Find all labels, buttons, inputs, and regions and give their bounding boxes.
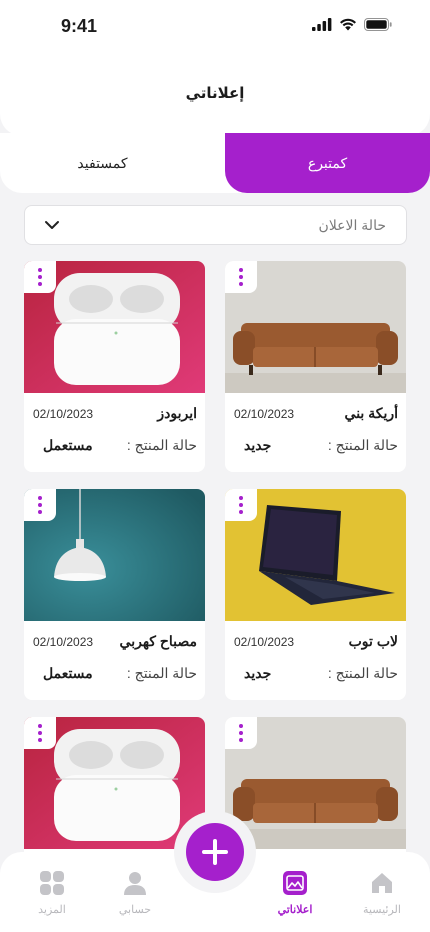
status-time: 9:41 — [61, 16, 98, 36]
nav-account[interactable]: حسابي — [100, 870, 170, 916]
card-menu-button[interactable] — [24, 489, 56, 521]
card-menu-button[interactable] — [225, 261, 257, 293]
page-title: إعلاناتي — [185, 84, 245, 102]
card-menu-button[interactable] — [225, 489, 257, 521]
ad-card[interactable]: لاب توب 02/10/2023 حالة المنتج : جديد — [225, 489, 406, 700]
grid-icon — [40, 871, 64, 895]
add-ad-button[interactable] — [186, 823, 244, 881]
user-icon — [124, 872, 146, 895]
tab-donor[interactable]: كمتبرع — [225, 133, 430, 193]
header: 9:41 إعلاناتي — [0, 0, 430, 136]
product-status-value: جديد — [244, 665, 272, 681]
product-name: لاب توب — [348, 633, 398, 649]
product-name: ايربودز — [157, 405, 197, 421]
plus-icon — [202, 839, 228, 865]
nav-home[interactable]: الرئيسية — [347, 870, 417, 916]
ad-date: 02/10/2023 — [33, 407, 94, 421]
ad-card[interactable]: أريكة بني 02/10/2023 حالة المنتج : جديد — [225, 261, 406, 472]
ad-date: 02/10/2023 — [234, 635, 295, 649]
ad-status-label: حالة الاعلان — [318, 217, 386, 233]
nav-more-label: المزيد — [38, 904, 66, 916]
ad-date: 02/10/2023 — [234, 407, 295, 421]
nav-more[interactable]: المزيد — [17, 870, 87, 916]
product-name: مصباح كهربي — [119, 633, 197, 649]
product-status-label: حالة المنتج : — [126, 665, 197, 681]
product-status-label: حالة المنتج : — [327, 437, 398, 453]
nav-account-label: حسابي — [118, 904, 152, 916]
product-status-label: حالة المنتج : — [126, 437, 197, 453]
product-status-label: حالة المنتج : — [327, 665, 398, 681]
ad-status-dropdown[interactable]: حالة الاعلان — [24, 205, 407, 245]
card-menu-button[interactable] — [24, 261, 56, 293]
product-status-value: مستعمل — [43, 665, 93, 681]
chevron-down-icon — [45, 221, 59, 229]
ad-date: 02/10/2023 — [33, 635, 94, 649]
nav-my-ads[interactable]: اعلاناتي — [260, 870, 330, 916]
tab-bar: كمستفيد كمتبرع — [0, 133, 430, 193]
nav-home-label: الرئيسية — [363, 904, 401, 916]
ad-card[interactable]: ايربودز 02/10/2023 حالة المنتج : مستعمل — [24, 261, 205, 472]
battery-icon — [364, 18, 392, 31]
card-menu-button[interactable] — [24, 717, 56, 749]
status-bar: 9:41 — [0, 0, 430, 54]
signal-icon — [312, 18, 332, 31]
product-status-value: مستعمل — [43, 437, 93, 453]
home-icon — [372, 873, 392, 893]
wifi-icon — [340, 18, 356, 31]
tab-beneficiary[interactable]: كمستفيد — [0, 133, 205, 193]
card-menu-button[interactable] — [225, 717, 257, 749]
ads-gallery-icon — [283, 871, 307, 895]
product-name: أريكة بني — [344, 405, 398, 421]
ad-card[interactable]: مصباح كهربي 02/10/2023 حالة المنتج : مست… — [24, 489, 205, 700]
product-status-value: جديد — [244, 437, 272, 453]
nav-my-ads-label: اعلاناتي — [277, 904, 313, 916]
